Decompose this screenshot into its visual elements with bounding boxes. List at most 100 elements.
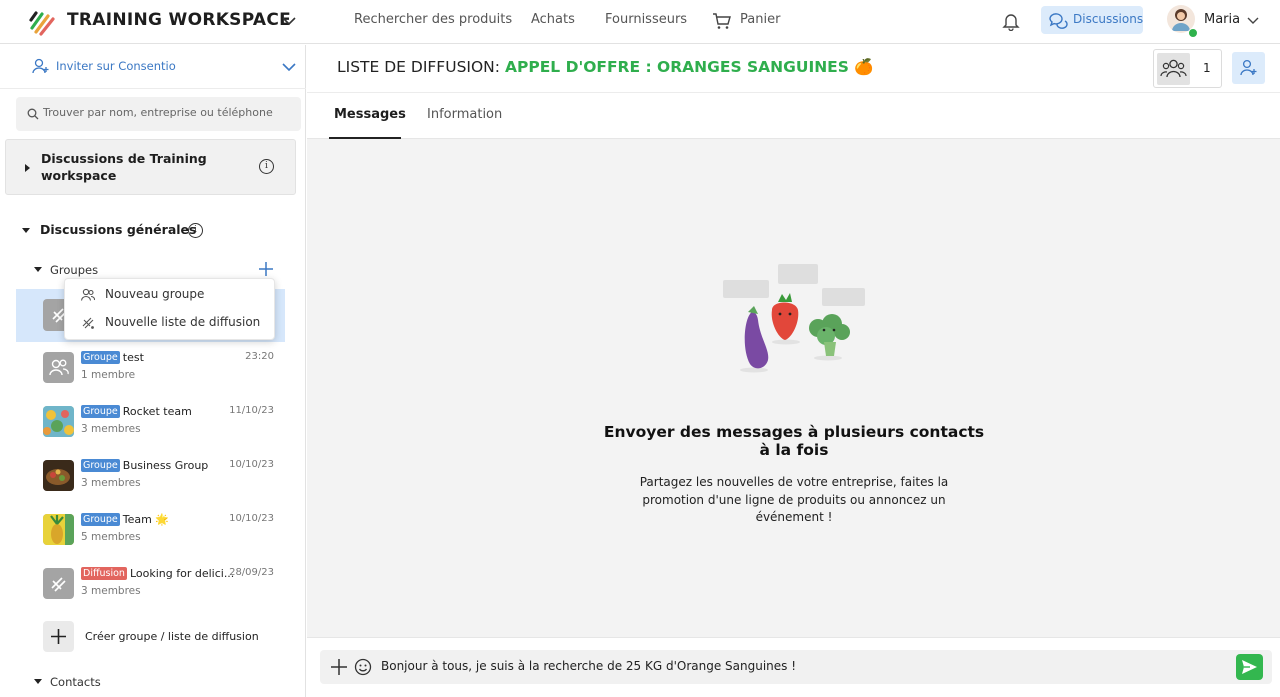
members-button[interactable]: 1 [1153,49,1222,88]
menu-item-label: Nouveau groupe [105,287,205,301]
user-name[interactable]: Maria [1204,12,1240,27]
divider [0,88,306,89]
list-type-label: LISTE DE DIFFUSION: [337,58,500,76]
add-member-button[interactable] [1232,52,1265,84]
list-name: APPEL D'OFFRE : ORANGES SANGUINES 🍊 [505,58,874,76]
list-item-members: 3 membres [81,585,141,597]
send-icon [1242,660,1257,674]
add-user-icon [32,58,49,74]
workspace-discussions-section[interactable]: Discussions de Training workspace i [5,139,296,195]
list-item[interactable]: Groupe Business Group 3 membres 10/10/23 [16,451,285,504]
group-avatar [43,406,74,437]
list-item[interactable]: Diffusion Looking for delici... 3 membres… [16,559,285,612]
cart-icon[interactable] [712,11,732,31]
bell-icon[interactable] [1002,11,1020,31]
caret-down-icon[interactable] [22,228,30,233]
list-item-title: Groupe Rocket team [81,405,192,418]
chevron-down-icon[interactable] [281,61,297,73]
list-item-name: Looking for delici... [129,567,235,580]
menu-item-new-broadcast[interactable]: Nouvelle liste de diffusion [65,310,276,336]
group-badge: Groupe [81,405,120,418]
list-item-members: 5 membres [81,531,141,543]
empty-state-title: Envoyer des messages à plusieurs contact… [603,423,985,459]
list-item-time: 10/10/23 [229,513,274,524]
vegetables-illustration [723,264,865,373]
list-item-title: Groupe test [81,351,144,364]
caret-down-icon[interactable] [34,267,42,272]
diffusion-badge: Diffusion [81,567,127,580]
search-input[interactable] [43,106,293,119]
empty-state-text: Partagez les nouvelles de votre entrepri… [639,475,949,524]
sidebar: Inviter sur Consentio Discussions de Tra… [0,45,306,697]
discussions-label: Discussions [1073,12,1144,26]
list-item-members: 3 membres [81,477,141,489]
general-discussions-title[interactable]: Discussions générales [40,222,196,237]
chat-icon [1049,13,1068,29]
top-bar: TRAINING WORKSPACE Rechercher des produi… [0,0,1280,44]
list-item-title: Diffusion Looking for delici... [81,567,234,580]
info-icon[interactable]: i [259,159,274,174]
plus-icon [51,629,66,644]
nav-search-products[interactable]: Rechercher des produits [354,12,512,27]
message-input[interactable]: Bonjour à tous, je suis à la recherche d… [381,659,796,673]
consentio-logo[interactable] [28,8,56,36]
list-item-time: 23:20 [245,351,274,362]
workspace-title[interactable]: TRAINING WORKSPACE [67,10,291,30]
group-icon [80,288,96,301]
caret-down-icon[interactable] [34,679,42,684]
composer: Bonjour à tous, je suis à la recherche d… [307,637,1280,697]
caret-right-icon [25,164,30,172]
list-item-title: Groupe Team 🌟 [81,513,169,526]
list-item-time: 11/10/23 [229,405,274,416]
list-item-time: 10/10/23 [229,459,274,470]
search-icon [27,108,39,120]
add-user-icon [1240,59,1257,76]
emoji-icon[interactable] [354,658,372,676]
search-box[interactable] [16,97,301,131]
workspace-discussions-label: Discussions de Training workspace [41,151,207,183]
discussions-button[interactable]: Discussions [1041,6,1143,34]
list-item-name: Rocket team [122,405,192,418]
group-avatar [43,352,74,383]
send-button[interactable] [1236,654,1263,680]
list-item-time: 28/09/23 [229,567,274,578]
tab-information[interactable]: Information [427,107,502,122]
plus-icon[interactable] [330,658,348,676]
tab-messages[interactable]: Messages [334,107,406,122]
message-area: Envoyer des messages à plusieurs contact… [307,139,1280,637]
group-badge: Groupe [81,459,120,472]
menu-item-new-group[interactable]: Nouveau groupe [65,282,276,308]
tab-bar: Messages Information [307,93,1280,139]
conversation-header: LISTE DE DIFFUSION: APPEL D'OFFRE : ORAN… [307,45,1280,93]
contacts-label[interactable]: Contacts [50,675,101,689]
new-group-menu: Nouveau groupe Nouvelle liste de diffusi… [64,278,275,340]
members-icon [1157,53,1190,85]
invite-label: Inviter sur Consentio [56,59,176,73]
online-status-dot [1188,28,1198,38]
list-item[interactable]: Groupe test 1 membre 23:20 [16,343,285,396]
list-item-name: Team 🌟 [122,513,170,526]
group-badge: Groupe [81,351,120,364]
groups-label[interactable]: Groupes [50,263,98,277]
create-group-button[interactable] [43,621,74,652]
chevron-down-icon[interactable] [1246,14,1260,26]
list-item[interactable]: Groupe Rocket team 3 membres 11/10/23 [16,397,285,450]
create-group-label[interactable]: Créer groupe / liste de diffusion [85,630,259,643]
message-input-box[interactable]: Bonjour à tous, je suis à la recherche d… [320,650,1272,684]
list-item-members: 1 membre [81,369,136,381]
info-icon[interactable]: i [188,223,203,238]
nav-suppliers[interactable]: Fournisseurs [605,12,687,27]
menu-item-label: Nouvelle liste de diffusion [105,315,261,329]
broadcast-avatar [43,568,74,599]
nav-cart[interactable]: Panier [740,12,780,27]
list-item-members: 3 membres [81,423,141,435]
plus-icon[interactable] [258,261,274,277]
list-item-name: Business Group [122,459,209,472]
group-badge: Groupe [81,513,120,526]
group-avatar [43,514,74,545]
list-item[interactable]: Groupe Team 🌟 5 membres 10/10/23 [16,505,285,558]
nav-purchases[interactable]: Achats [531,12,575,27]
list-item-title: Groupe Business Group [81,459,208,472]
chevron-down-icon[interactable] [280,13,298,29]
group-avatar [43,460,74,491]
